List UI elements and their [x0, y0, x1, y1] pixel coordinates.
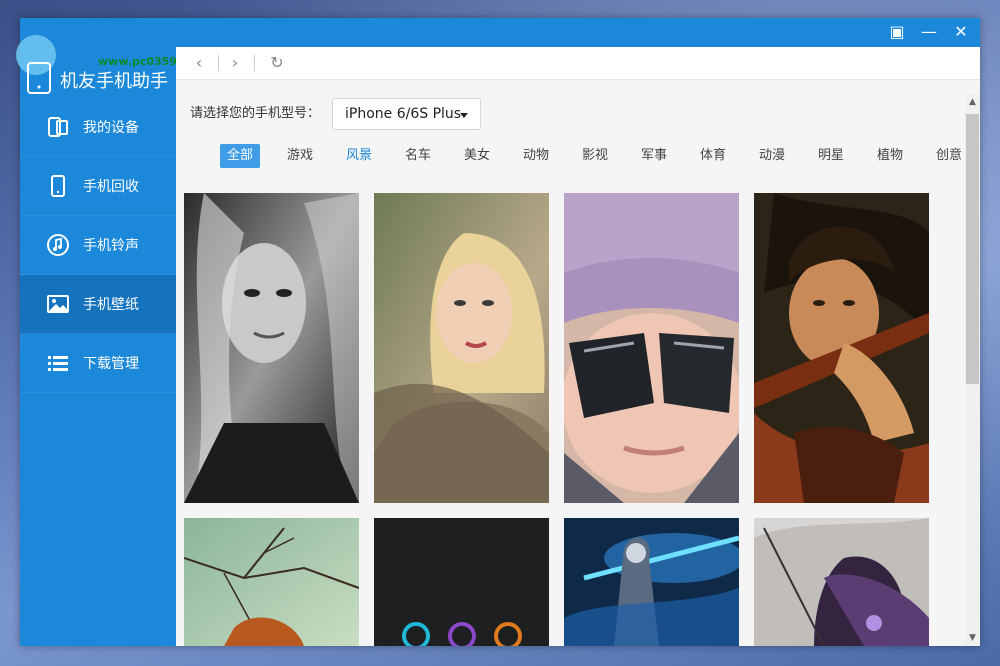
- sidebar-item-my-device[interactable]: 我的设备: [20, 98, 176, 157]
- scrollbar-thumb[interactable]: [966, 114, 979, 384]
- phone-icon: [46, 174, 70, 198]
- scroll-up-icon[interactable]: ▲: [965, 94, 980, 110]
- wallpaper-thumbnail[interactable]: [184, 193, 359, 503]
- forward-button[interactable]: ›: [226, 54, 244, 72]
- tab-stars[interactable]: 明星: [811, 144, 851, 168]
- tab-cars[interactable]: 名车: [398, 144, 438, 168]
- sidebar-item-label: 手机壁纸: [83, 297, 139, 313]
- wallpaper-thumbnail[interactable]: [374, 518, 549, 646]
- model-select-value: iPhone 6/6S Plus: [345, 106, 462, 122]
- list-icon: [46, 351, 70, 375]
- tab-sports[interactable]: 体育: [693, 144, 733, 168]
- minimize-button[interactable]: —: [918, 21, 940, 43]
- model-label: 请选择您的手机型号：: [190, 106, 321, 121]
- tab-scenery[interactable]: 风景: [339, 144, 379, 168]
- sidebar-item-wallpapers[interactable]: 手机壁纸: [20, 275, 176, 334]
- tab-games[interactable]: 游戏: [280, 144, 320, 168]
- vertical-scrollbar[interactable]: ▲ ▼: [965, 94, 980, 646]
- sidebar-nav: 我的设备 手机回收 手机铃声 手机壁纸 下载管理: [20, 98, 176, 393]
- toolbar-divider: [254, 55, 255, 71]
- chevron-down-icon: [460, 113, 468, 118]
- tab-all[interactable]: 全部: [220, 144, 261, 168]
- logo-icon: [16, 35, 56, 94]
- close-button[interactable]: ✕: [950, 21, 972, 43]
- refresh-button[interactable]: ↻: [268, 54, 286, 72]
- music-note-icon: [46, 233, 70, 257]
- window-controls: ▣ — ✕: [886, 21, 972, 43]
- sidebar-item-label: 下载管理: [83, 356, 139, 372]
- app-window: ▣ — ✕ www.pc0359.cn 机友手机助手 我的设备 手机回收 手机铃…: [16, 18, 980, 646]
- sidebar: www.pc0359.cn 机友手机助手 我的设备 手机回收 手机铃声 手机壁纸…: [16, 35, 196, 646]
- wallpaper-thumbnail[interactable]: [754, 193, 929, 503]
- scroll-down-icon[interactable]: ▼: [965, 630, 980, 646]
- skin-icon[interactable]: ▣: [886, 21, 908, 43]
- image-icon: [46, 292, 70, 316]
- tab-military[interactable]: 军事: [634, 144, 674, 168]
- model-select[interactable]: iPhone 6/6S Plus: [332, 98, 481, 130]
- logo-text: 机友手机助手: [60, 71, 168, 92]
- nav-toolbar: ‹ › ↻: [176, 47, 980, 80]
- device-icon: [46, 115, 70, 139]
- wallpaper-thumbnail[interactable]: [564, 518, 739, 646]
- main-content: ‹ › ↻ 请选择您的手机型号： iPhone 6/6S Plus 全部 游戏 …: [176, 47, 980, 646]
- back-button[interactable]: ‹: [190, 54, 208, 72]
- sidebar-item-downloads[interactable]: 下载管理: [20, 334, 176, 393]
- tab-beauty[interactable]: 美女: [457, 144, 497, 168]
- tab-animals[interactable]: 动物: [516, 144, 556, 168]
- sidebar-item-label: 手机回收: [83, 179, 139, 195]
- sidebar-item-label: 手机铃声: [83, 238, 139, 254]
- wallpaper-thumbnail[interactable]: [564, 193, 739, 503]
- sidebar-item-label: 我的设备: [83, 120, 139, 136]
- wallpaper-thumbnail[interactable]: [184, 518, 359, 646]
- tab-anime[interactable]: 动漫: [752, 144, 792, 168]
- wallpaper-thumbnail[interactable]: [374, 193, 549, 503]
- wallpaper-thumbnail[interactable]: [754, 518, 929, 646]
- tab-creative[interactable]: 创意: [929, 144, 969, 168]
- tab-plants[interactable]: 植物: [870, 144, 910, 168]
- sidebar-item-phone-recycle[interactable]: 手机回收: [20, 157, 176, 216]
- tab-movies[interactable]: 影视: [575, 144, 615, 168]
- sidebar-item-ringtones[interactable]: 手机铃声: [20, 216, 176, 275]
- toolbar-divider: [218, 55, 219, 71]
